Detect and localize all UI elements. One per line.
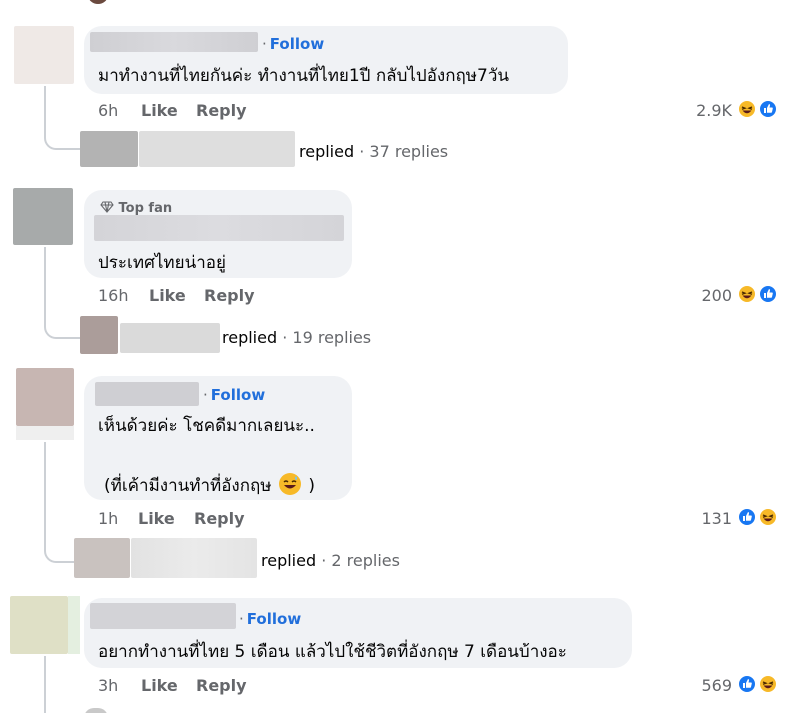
like-button[interactable]: Like <box>149 286 186 305</box>
comment-text: อยากทำงานที่ไทย 5 เดือน แล้วไปใช้ชีวิตที… <box>98 642 567 662</box>
comment-time[interactable]: 1h <box>98 509 118 528</box>
comment-text: ประเทศไทยน่าอยู่ <box>98 253 226 273</box>
avatar-shadow <box>16 426 74 440</box>
sweat-smile-icon <box>278 473 301 495</box>
reaction-count[interactable]: 131 <box>660 509 732 528</box>
avatar[interactable] <box>14 26 74 84</box>
like-icon[interactable] <box>737 507 757 527</box>
reply-button[interactable]: Reply <box>196 101 247 120</box>
comment-time[interactable]: 16h <box>98 286 129 305</box>
avatar[interactable] <box>13 188 73 245</box>
replies-link[interactable]: replied · 2 replies <box>261 551 400 570</box>
replier-name[interactable] <box>139 131 295 167</box>
commenter-name[interactable] <box>90 603 236 629</box>
avatar-partial[interactable] <box>88 0 108 4</box>
follow-button[interactable]: · Follow <box>262 35 324 53</box>
haha-icon[interactable] <box>758 674 778 694</box>
commenter-name[interactable] <box>90 32 258 52</box>
like-icon[interactable] <box>758 99 778 119</box>
reply-avatar[interactable] <box>80 131 138 167</box>
reaction-count[interactable]: 569 <box>660 676 732 695</box>
haha-icon[interactable] <box>737 99 757 119</box>
reply-avatar-partial[interactable] <box>84 708 108 713</box>
thread-connector <box>44 656 46 713</box>
thread-connector <box>44 247 82 339</box>
commenter-name[interactable] <box>95 382 199 406</box>
like-button[interactable]: Like <box>138 509 175 528</box>
haha-icon[interactable] <box>758 507 778 527</box>
avatar[interactable] <box>10 596 68 654</box>
reply-button[interactable]: Reply <box>196 676 247 695</box>
haha-icon[interactable] <box>737 284 757 304</box>
follow-button[interactable]: · Follow <box>203 386 265 404</box>
reaction-count[interactable]: 2.9K <box>660 101 732 120</box>
comment-text-line2: (ที่เค้ามีงานทำที่อังกฤษ ) <box>104 472 315 499</box>
diamond-icon <box>100 201 114 213</box>
replies-link[interactable]: replied · 37 replies <box>299 142 448 161</box>
avatar[interactable] <box>16 368 74 426</box>
replies-link[interactable]: replied · 19 replies <box>222 328 371 347</box>
thread-connector <box>44 442 74 563</box>
comment-text: มาทำงานที่ไทยกันค่ะ ทำงานที่ไทย1ปี กลับไ… <box>98 66 509 86</box>
follow-button[interactable]: · Follow <box>239 610 301 628</box>
comment-text: เห็นด้วยค่ะ โชคดีมากเลยนะ.. <box>98 416 315 436</box>
thread-connector <box>44 86 82 150</box>
reply-avatar[interactable] <box>74 538 130 578</box>
reaction-count[interactable]: 200 <box>660 286 732 305</box>
replier-name[interactable] <box>120 323 220 353</box>
like-button[interactable]: Like <box>141 676 178 695</box>
like-icon[interactable] <box>737 674 757 694</box>
like-icon[interactable] <box>758 284 778 304</box>
comment-time[interactable]: 6h <box>98 101 118 120</box>
replier-name[interactable] <box>131 538 257 578</box>
reply-avatar[interactable] <box>80 316 118 354</box>
avatar-edge <box>68 596 80 654</box>
comment-time[interactable]: 3h <box>98 676 118 695</box>
commenter-name[interactable] <box>94 215 344 241</box>
top-fan-badge: Top fan <box>100 201 172 216</box>
reply-button[interactable]: Reply <box>204 286 255 305</box>
like-button[interactable]: Like <box>141 101 178 120</box>
reply-button[interactable]: Reply <box>194 509 245 528</box>
